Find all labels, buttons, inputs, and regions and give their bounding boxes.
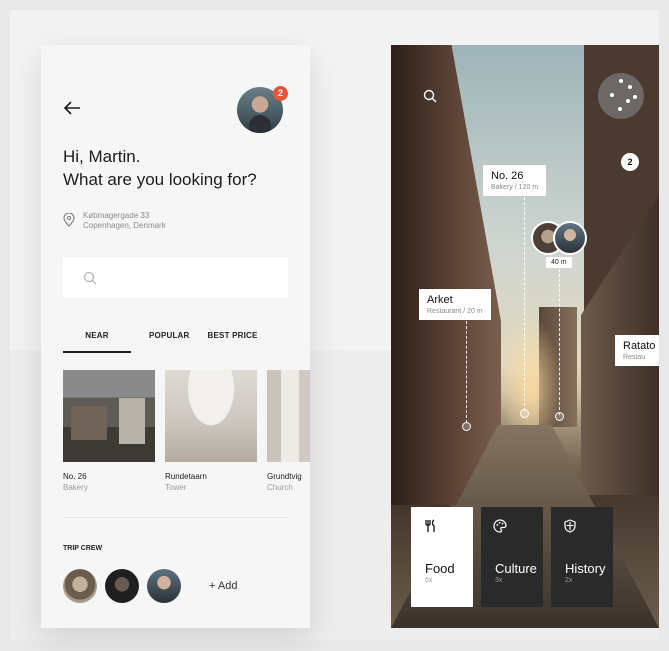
place-name: Grundtvig	[267, 472, 302, 481]
place-type: Tower	[165, 483, 187, 492]
crew-avatar[interactable]	[105, 569, 139, 603]
trip-crew-list: + Add	[63, 569, 237, 603]
crew-avatar[interactable]	[63, 569, 97, 603]
place-carousel[interactable]: No. 26 Bakery Rundetaarn Tower Grundtvig…	[63, 370, 310, 492]
category-count: 3x	[495, 577, 503, 584]
shield-icon	[564, 519, 576, 533]
category-history[interactable]: History 2x	[551, 507, 613, 607]
category-name: Culture	[495, 561, 537, 576]
place-type: Bakery	[63, 483, 88, 492]
category-count: 2x	[565, 577, 573, 584]
friend-avatar	[553, 221, 587, 255]
street-photo-sunlight	[501, 315, 561, 435]
crew-avatar[interactable]	[147, 569, 181, 603]
home-screen: 2 Hi, Martin. What are you looking for? …	[41, 45, 310, 628]
tab-popular[interactable]: POPULAR	[149, 329, 190, 353]
trip-crew-title: TRIP CREW	[63, 545, 103, 552]
radar-map-button[interactable]	[598, 73, 644, 119]
ar-pin-dot	[555, 412, 564, 421]
place-name: No. 26	[63, 472, 87, 481]
ar-label-no26[interactable]: No. 26 Bakery / 120 m	[483, 165, 547, 196]
ar-label-subtitle: Bakery / 120 m	[491, 184, 539, 191]
place-tabs: NEAR POPULAR BEST PRICE	[63, 329, 288, 353]
nearby-count-badge: 2	[621, 153, 639, 171]
ar-pin-dot	[462, 422, 471, 431]
ar-label-title: No. 26	[491, 170, 524, 182]
add-crew-button[interactable]: + Add	[209, 580, 237, 592]
search-icon	[83, 271, 97, 285]
search-box[interactable]	[63, 258, 288, 298]
place-name: Rundetaarn	[165, 472, 207, 481]
notification-badge: 2	[273, 86, 288, 101]
greeting: Hi, Martin. What are you looking for?	[63, 145, 257, 191]
ar-street-view: 2 No. 26 Bakery / 120 m 40 m Arket Resta…	[391, 45, 659, 628]
divider	[63, 517, 288, 518]
palette-icon	[493, 519, 507, 533]
friends-marker[interactable]	[531, 221, 591, 261]
place-card[interactable]: Rundetaarn Tower	[165, 370, 257, 492]
fork-knife-icon	[425, 519, 435, 532]
place-photo	[267, 370, 310, 462]
ar-pin-line	[466, 321, 467, 423]
friend-distance: 40 m	[546, 257, 572, 268]
current-location[interactable]: Købmagergade 33 Copenhagen, Denmark	[63, 211, 166, 231]
place-photo	[165, 370, 257, 462]
ar-label-title: Arket	[427, 294, 453, 306]
address-line-2: Copenhagen, Denmark	[83, 221, 166, 230]
place-card[interactable]: No. 26 Bakery	[63, 370, 155, 492]
ar-label-subtitle: Restaurant / 20 m	[427, 308, 483, 315]
ar-pin-dot	[520, 409, 529, 418]
place-type: Church	[267, 483, 293, 492]
greeting-line-1: Hi, Martin.	[63, 147, 141, 166]
category-tiles: Food 6x Culture 3x History 2x	[411, 507, 613, 607]
place-photo	[63, 370, 155, 462]
ar-pin-line	[559, 269, 560, 415]
search-icon[interactable]	[423, 89, 437, 103]
category-count: 6x	[425, 577, 433, 584]
category-culture[interactable]: Culture 3x	[481, 507, 543, 607]
tab-near[interactable]: NEAR	[63, 329, 131, 353]
greeting-line-2: What are you looking for?	[63, 170, 257, 189]
ar-label-subtitle: Restau	[623, 354, 646, 361]
street-photo-building-left	[391, 45, 501, 505]
category-name: History	[565, 561, 606, 576]
place-card[interactable]: Grundtvig Church	[267, 370, 310, 492]
location-pin-icon	[63, 213, 75, 227]
back-arrow-icon[interactable]	[63, 100, 81, 116]
ar-label-title: Ratato	[623, 340, 656, 352]
ar-label-arket[interactable]: Arket Restaurant / 20 m	[419, 289, 491, 320]
category-food[interactable]: Food 6x	[411, 507, 473, 607]
search-input[interactable]	[105, 272, 275, 284]
address-line-1: Købmagergade 33	[83, 211, 150, 220]
ar-label-ratato[interactable]: Ratato Restau	[615, 335, 659, 366]
tab-best-price[interactable]: BEST PRICE	[208, 329, 258, 353]
category-name: Food	[425, 561, 455, 576]
ar-pin-line	[524, 197, 525, 411]
